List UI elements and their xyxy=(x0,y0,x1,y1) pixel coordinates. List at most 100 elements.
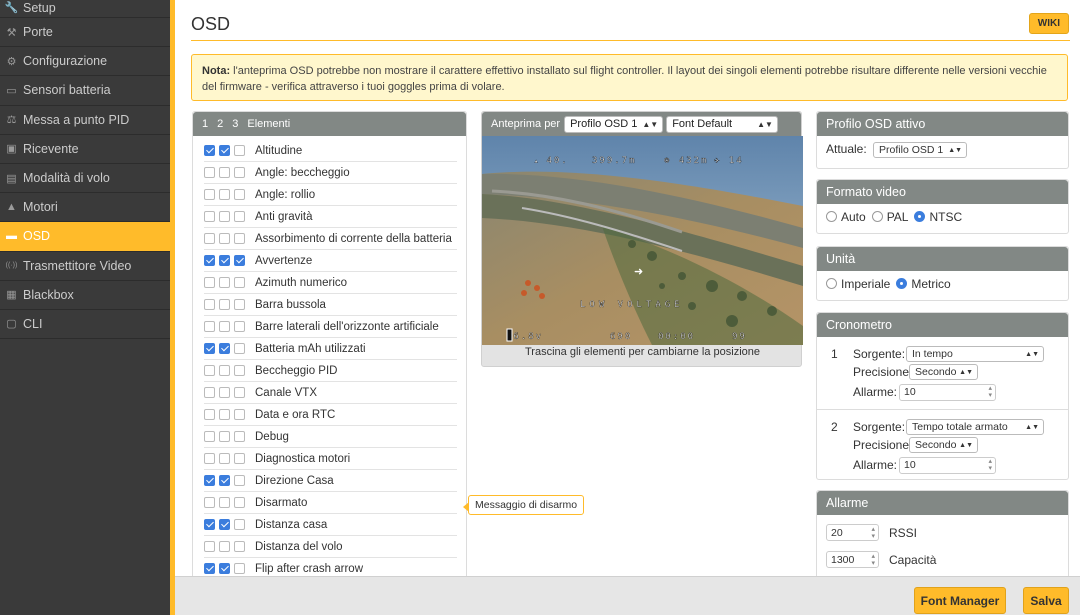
profile-3-checkbox[interactable] xyxy=(234,321,245,332)
profile-1-checkbox[interactable] xyxy=(204,387,215,398)
radio-button[interactable] xyxy=(826,278,837,289)
profile-2-checkbox[interactable] xyxy=(219,321,230,332)
timer-alarm-input[interactable]: 10 ▴ ▾ xyxy=(899,383,996,401)
profile-1-checkbox[interactable] xyxy=(204,497,215,508)
profile-3-checkbox[interactable] xyxy=(234,365,245,376)
profile-1-checkbox[interactable] xyxy=(204,409,215,420)
profile-3-checkbox[interactable] xyxy=(234,431,245,442)
timer-alarm-input[interactable]: 10 ▴ ▾ xyxy=(899,456,996,474)
profile-1-checkbox[interactable] xyxy=(204,431,215,442)
radio-metrico[interactable]: Metrico xyxy=(896,277,951,291)
profile-1-checkbox[interactable] xyxy=(204,299,215,310)
elements-panel: 1 2 3 Elementi Altitudine Angle: becchegg… xyxy=(192,111,467,581)
profile-3-checkbox[interactable] xyxy=(234,497,245,508)
profile-2-checkbox[interactable] xyxy=(219,145,230,156)
radio-button[interactable] xyxy=(914,211,926,222)
profile-2-checkbox[interactable] xyxy=(219,299,230,310)
profile-1-checkbox[interactable] xyxy=(204,365,215,376)
profile-2-checkbox[interactable] xyxy=(219,255,230,266)
profile-2-checkbox[interactable] xyxy=(219,189,230,200)
profile-3-checkbox[interactable] xyxy=(234,387,245,398)
sidebar-item-osd[interactable]: ▬ OSD xyxy=(0,222,170,252)
profile-3-checkbox[interactable] xyxy=(234,563,245,574)
profile-1-checkbox[interactable] xyxy=(204,321,215,332)
profile-1-checkbox[interactable] xyxy=(204,453,215,464)
wiki-button[interactable]: WIKI xyxy=(1028,13,1069,34)
profile-2-checkbox[interactable] xyxy=(219,409,230,420)
profile-3-checkbox[interactable] xyxy=(234,277,245,288)
profile-3-checkbox[interactable] xyxy=(234,409,245,420)
profile-1-checkbox[interactable] xyxy=(204,519,215,530)
osd-preview-image[interactable]: ▴ 40. 399.7m ⊕ 432m ✈ 14 LOW VOLTAGE 16.… xyxy=(482,136,803,345)
sidebar-item-trasmettitore-video[interactable]: ((·)) Trasmettitore Video xyxy=(0,252,170,281)
profile-3-checkbox[interactable] xyxy=(234,475,245,486)
sidebar-item-sensori-batteria[interactable]: ▭ Sensori batteria xyxy=(0,76,170,106)
profile-1-checkbox[interactable] xyxy=(204,475,215,486)
profile-3-checkbox[interactable] xyxy=(234,145,245,156)
timer-precision-select[interactable]: Secondo ▲▼ xyxy=(909,437,978,453)
profile-3-checkbox[interactable] xyxy=(234,167,245,178)
profile-3-checkbox[interactable] xyxy=(234,541,245,552)
profile-3-checkbox[interactable] xyxy=(234,189,245,200)
profile-1-checkbox[interactable] xyxy=(204,189,215,200)
profile-1-checkbox[interactable] xyxy=(204,233,215,244)
profile-2-checkbox[interactable] xyxy=(219,453,230,464)
timers-title: Cronometro xyxy=(817,313,1068,337)
profile-2-checkbox[interactable] xyxy=(219,167,230,178)
radio-pal[interactable]: PAL xyxy=(871,210,908,224)
active-profile-select[interactable]: Profilo OSD 1 ▲▼ xyxy=(873,142,968,158)
sidebar-item-motori[interactable]: ▲ Motori xyxy=(0,193,170,223)
profile-3-checkbox[interactable] xyxy=(234,299,245,310)
profile-3-checkbox[interactable] xyxy=(234,233,245,244)
profile-2-checkbox[interactable] xyxy=(219,541,230,552)
profile-1-checkbox[interactable] xyxy=(204,541,215,552)
profile-3-checkbox[interactable] xyxy=(234,453,245,464)
radio-auto[interactable]: Auto xyxy=(826,210,866,224)
radio-button[interactable] xyxy=(871,211,883,222)
profile-2-checkbox[interactable] xyxy=(219,519,230,530)
profile-2-checkbox[interactable] xyxy=(219,475,230,486)
profile-3-checkbox[interactable] xyxy=(234,255,245,266)
profile-2-checkbox[interactable] xyxy=(219,431,230,442)
font-select[interactable]: Font Default ▲▼ xyxy=(666,115,778,133)
alarm-input[interactable]: 20 ▴ ▾ xyxy=(826,524,879,541)
radio-button[interactable] xyxy=(896,278,908,289)
preview-profile-select[interactable]: Profilo OSD 1 ▲▼ xyxy=(564,115,664,133)
font-manager-button[interactable]: Font Manager xyxy=(914,587,1006,614)
profile-1-checkbox[interactable] xyxy=(204,563,215,574)
sidebar-item-setup[interactable]: 🔧 Setup xyxy=(0,0,170,18)
profile-3-checkbox[interactable] xyxy=(234,519,245,530)
profile-1-checkbox[interactable] xyxy=(204,277,215,288)
profile-2-checkbox[interactable] xyxy=(219,563,230,574)
sidebar-item-cli[interactable]: ▢ CLI xyxy=(0,310,170,340)
radio-imperiale[interactable]: Imperiale xyxy=(826,277,890,291)
profile-2-checkbox[interactable] xyxy=(219,277,230,288)
profile-2-checkbox[interactable] xyxy=(219,497,230,508)
profile-1-checkbox[interactable] xyxy=(204,255,215,266)
save-button[interactable]: Salva xyxy=(1023,587,1069,614)
sidebar-item-messa-a-punto-pid[interactable]: ⚖ Messa a punto PID xyxy=(0,106,170,135)
sidebar-item-configurazione[interactable]: ⚙ Configurazione xyxy=(0,47,170,77)
profile-3-checkbox[interactable] xyxy=(234,211,245,222)
sidebar-item-blackbox[interactable]: ▦ Blackbox xyxy=(0,281,170,310)
sidebar-item-porte[interactable]: ⚒ Porte xyxy=(0,18,170,48)
profile-1-checkbox[interactable] xyxy=(204,145,215,156)
profile-2-checkbox[interactable] xyxy=(219,233,230,244)
profile-2-checkbox[interactable] xyxy=(219,211,230,222)
sidebar-item-ricevente[interactable]: ▣ Ricevente xyxy=(0,135,170,164)
alarm-input[interactable]: 1300 ▴ ▾ xyxy=(826,551,879,568)
sidebar-item-label: Trasmettitore Video xyxy=(23,258,132,273)
timer-precision-select[interactable]: Secondo ▲▼ xyxy=(909,364,978,380)
profile-2-checkbox[interactable] xyxy=(219,343,230,354)
profile-1-checkbox[interactable] xyxy=(204,343,215,354)
profile-3-checkbox[interactable] xyxy=(234,343,245,354)
profile-2-checkbox[interactable] xyxy=(219,387,230,398)
radio-ntsc[interactable]: NTSC xyxy=(914,210,962,224)
timer-source-select[interactable]: Tempo totale armato ▲▼ xyxy=(906,419,1044,435)
profile-1-checkbox[interactable] xyxy=(204,167,215,178)
radio-button[interactable] xyxy=(826,211,837,222)
timer-source-select[interactable]: In tempo ▲▼ xyxy=(906,346,1044,362)
sidebar-item-modalit-di-volo[interactable]: ▤ Modalità di volo xyxy=(0,164,170,194)
profile-2-checkbox[interactable] xyxy=(219,365,230,376)
profile-1-checkbox[interactable] xyxy=(204,211,215,222)
